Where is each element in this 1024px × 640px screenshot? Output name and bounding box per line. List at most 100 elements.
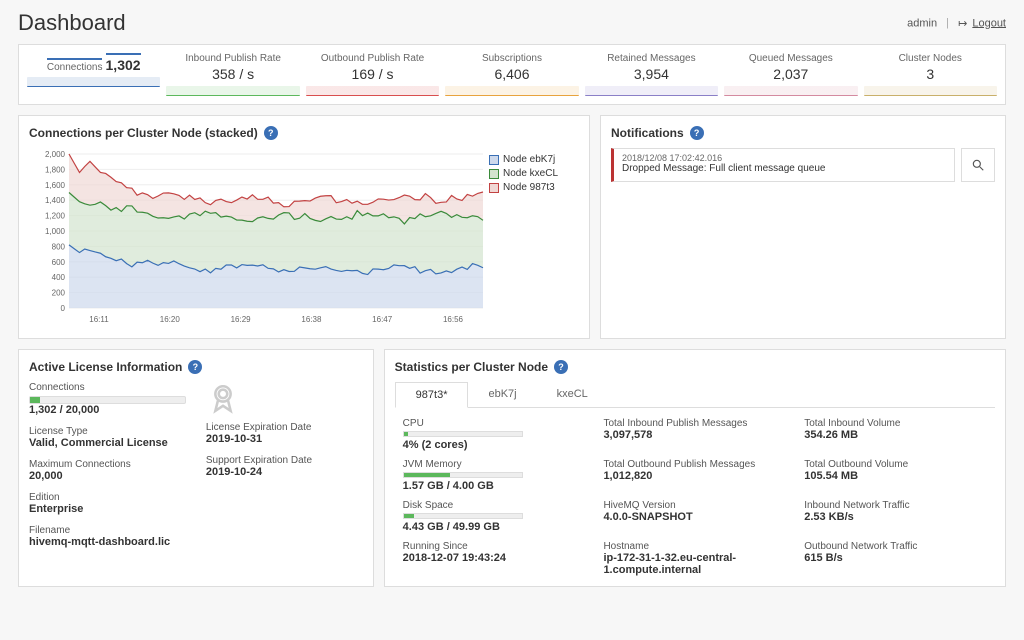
lic-support-value: 2019-10-24 bbox=[206, 466, 363, 478]
svg-text:16:47: 16:47 bbox=[372, 315, 393, 324]
help-icon[interactable]: ? bbox=[188, 360, 202, 374]
kpi-value: 2,037 bbox=[724, 66, 857, 82]
stat-cpu-value: 4% (2 cores) bbox=[403, 439, 586, 451]
stat-innet-value: 2.53 KB/s bbox=[804, 511, 987, 523]
kpi-cluster-nodes[interactable]: Cluster Nodes 3 bbox=[864, 53, 997, 96]
kpi-value: 3 bbox=[864, 66, 997, 82]
help-icon[interactable]: ? bbox=[264, 126, 278, 140]
svg-text:200: 200 bbox=[52, 289, 66, 298]
stat-outmsg-value: 1,012,820 bbox=[603, 470, 786, 482]
stat-running-label: Running Since bbox=[403, 541, 586, 552]
separator: | bbox=[946, 17, 949, 29]
svg-text:600: 600 bbox=[52, 258, 66, 267]
lic-max-value: 20,000 bbox=[29, 470, 186, 482]
help-icon[interactable]: ? bbox=[554, 360, 568, 374]
logout-link[interactable]: Logout bbox=[972, 17, 1006, 29]
kpi-label: Outbound Publish Rate bbox=[306, 53, 439, 64]
legend-item: Node ebK7j bbox=[489, 154, 579, 165]
chart-title: Connections per Cluster Node (stacked) bbox=[29, 126, 258, 140]
lic-support-label: Support Expiration Date bbox=[206, 455, 363, 466]
stat-outnet-value: 615 B/s bbox=[804, 552, 987, 564]
kpi-sparkline bbox=[27, 77, 160, 87]
lic-filename-label: Filename bbox=[29, 525, 186, 536]
svg-text:400: 400 bbox=[52, 273, 66, 282]
stat-outvol-label: Total Outbound Volume bbox=[804, 459, 987, 470]
logout-icon: ↦ bbox=[958, 17, 967, 30]
notification-timestamp: 2018/12/08 17:02:42.016 bbox=[622, 153, 946, 163]
kpi-sparkline bbox=[724, 86, 857, 96]
notification-item[interactable]: 2018/12/08 17:02:42.016 Dropped Message:… bbox=[611, 148, 955, 182]
stat-jvm-value: 1.57 GB / 4.00 GB bbox=[403, 480, 586, 492]
svg-text:16:20: 16:20 bbox=[160, 315, 181, 324]
stats-panel: Statistics per Cluster Node ? 987t3*ebK7… bbox=[384, 349, 1006, 587]
kpi-retained-messages[interactable]: Retained Messages 3,954 bbox=[585, 53, 718, 96]
kpi-queued-messages[interactable]: Queued Messages 2,037 bbox=[724, 53, 857, 96]
kpi-label: Cluster Nodes bbox=[864, 53, 997, 64]
help-icon[interactable]: ? bbox=[690, 126, 704, 140]
stat-jvm-label: JVM Memory bbox=[403, 459, 586, 470]
lic-max-label: Maximum Connections bbox=[29, 459, 186, 470]
svg-text:16:38: 16:38 bbox=[301, 315, 322, 324]
tab-ebK7j[interactable]: ebK7j bbox=[468, 382, 536, 407]
stat-hostname-label: Hostname bbox=[603, 541, 786, 552]
stat-cpu-label: CPU bbox=[403, 418, 586, 429]
stat-jvm-progress bbox=[403, 472, 523, 478]
stat-disk-value: 4.43 GB / 49.99 GB bbox=[403, 521, 586, 533]
svg-text:1,200: 1,200 bbox=[45, 212, 66, 221]
notification-search-button[interactable] bbox=[961, 148, 995, 182]
kpi-row: Connections 1,302 Inbound Publish Rate 3… bbox=[18, 44, 1006, 105]
kpi-label: Queued Messages bbox=[724, 53, 857, 64]
chart-legend: Node ebK7jNode kxeCLNode 987t3 bbox=[489, 148, 579, 328]
svg-text:16:11: 16:11 bbox=[89, 315, 109, 324]
stat-inmsg-label: Total Inbound Publish Messages bbox=[603, 418, 786, 429]
legend-item: Node kxeCL bbox=[489, 168, 579, 179]
tab-kxeCL[interactable]: kxeCL bbox=[537, 382, 608, 407]
kpi-label: Connections bbox=[47, 58, 103, 73]
kpi-subscriptions[interactable]: Subscriptions 6,406 bbox=[445, 53, 578, 96]
svg-text:1,600: 1,600 bbox=[45, 181, 66, 190]
stat-hostname-value: ip-172-31-1-32.eu-central-1.compute.inte… bbox=[603, 552, 786, 576]
stat-cpu-progress bbox=[403, 431, 523, 437]
lic-connections-value: 1,302 / 20,000 bbox=[29, 404, 186, 416]
lic-edition-label: Edition bbox=[29, 492, 186, 503]
notifications-panel: Notifications ? 2018/12/08 17:02:42.016 … bbox=[600, 115, 1006, 339]
lic-exp-value: 2019-10-31 bbox=[206, 433, 363, 445]
stat-version-value: 4.0.0-SNAPSHOT bbox=[603, 511, 786, 523]
svg-text:16:56: 16:56 bbox=[443, 315, 464, 324]
stat-disk-label: Disk Space bbox=[403, 500, 586, 511]
lic-type-value: Valid, Commercial License bbox=[29, 437, 186, 449]
stat-disk-progress bbox=[403, 513, 523, 519]
notification-message: Dropped Message: Full client message que… bbox=[622, 163, 946, 174]
lic-type-label: License Type bbox=[29, 426, 186, 437]
kpi-sparkline bbox=[864, 86, 997, 96]
svg-text:1,000: 1,000 bbox=[45, 227, 66, 236]
tab-987t3[interactable]: 987t3* bbox=[395, 382, 469, 408]
notifications-title: Notifications bbox=[611, 126, 684, 140]
kpi-inbound-publish-rate[interactable]: Inbound Publish Rate 358 / s bbox=[166, 53, 299, 96]
lic-exp-label: License Expiration Date bbox=[206, 422, 363, 433]
stat-running-value: 2018-12-07 19:43:24 bbox=[403, 552, 586, 564]
kpi-connections[interactable]: Connections 1,302 bbox=[27, 53, 160, 96]
lic-connections-progress bbox=[29, 396, 186, 404]
lic-edition-value: Enterprise bbox=[29, 503, 186, 515]
user-link[interactable]: admin bbox=[907, 17, 937, 29]
stat-invol-value: 354.26 MB bbox=[804, 429, 987, 441]
svg-text:1,400: 1,400 bbox=[45, 196, 66, 205]
stat-innet-label: Inbound Network Traffic bbox=[804, 500, 987, 511]
kpi-value: 1,302 bbox=[106, 53, 141, 73]
kpi-value: 6,406 bbox=[445, 66, 578, 82]
stat-outmsg-label: Total Outbound Publish Messages bbox=[603, 459, 786, 470]
kpi-sparkline bbox=[306, 86, 439, 96]
kpi-outbound-publish-rate[interactable]: Outbound Publish Rate 169 / s bbox=[306, 53, 439, 96]
kpi-value: 3,954 bbox=[585, 66, 718, 82]
stat-version-label: HiveMQ Version bbox=[603, 500, 786, 511]
svg-text:2,000: 2,000 bbox=[45, 150, 66, 159]
svg-text:800: 800 bbox=[52, 242, 66, 251]
kpi-value: 358 / s bbox=[166, 66, 299, 82]
lic-connections-label: Connections bbox=[29, 382, 186, 393]
ribbon-icon bbox=[206, 382, 240, 416]
page-title: Dashboard bbox=[18, 10, 126, 36]
kpi-label: Subscriptions bbox=[445, 53, 578, 64]
svg-text:1,800: 1,800 bbox=[45, 165, 66, 174]
stat-invol-label: Total Inbound Volume bbox=[804, 418, 987, 429]
